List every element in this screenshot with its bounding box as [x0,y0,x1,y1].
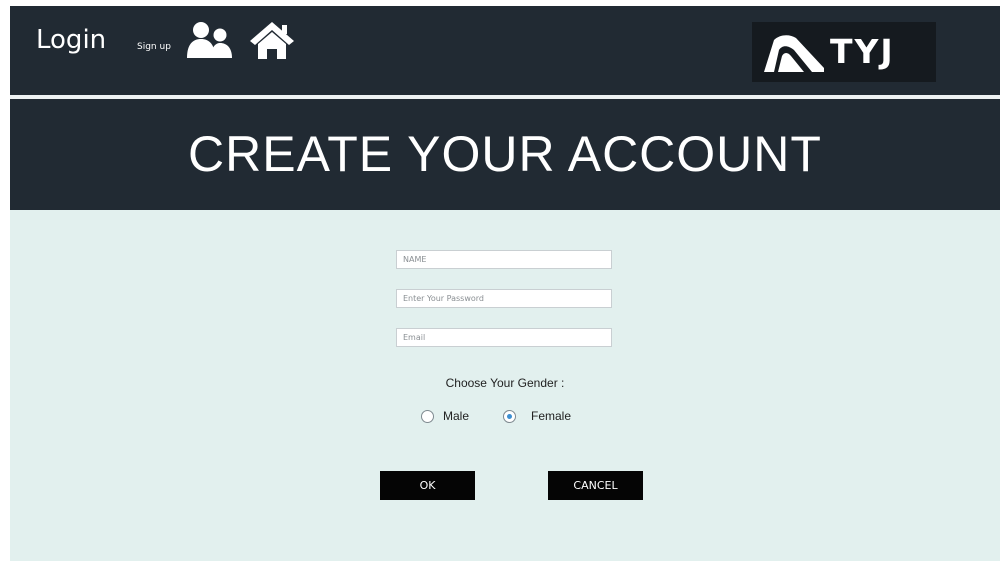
users-icon[interactable] [186,20,234,60]
password-input[interactable] [396,289,612,308]
login-link[interactable]: Login [36,25,106,55]
male-radio-label[interactable]: Male [443,409,469,423]
logo-text: TYJ [830,32,895,71]
cancel-button[interactable]: CANCEL [548,471,643,500]
female-radio[interactable] [503,410,516,423]
gender-label: Choose Your Gender : [445,376,565,390]
road-logo-icon [764,35,824,72]
top-navigation-bar: Login Sign up TYJ [10,6,1000,95]
female-radio-label[interactable]: Female [531,409,571,423]
page-title: CREATE YOUR ACCOUNT [188,126,822,182]
ok-button[interactable]: OK [380,471,475,500]
signup-link[interactable]: Sign up [137,42,171,52]
male-radio[interactable] [421,410,434,423]
app-window: Login Sign up TYJ CREATE YOUR ACCOUNT Ch [10,6,1000,561]
home-icon[interactable] [249,20,295,60]
brand-logo: TYJ [752,22,936,82]
email-input[interactable] [396,328,612,347]
name-input[interactable] [396,250,612,269]
